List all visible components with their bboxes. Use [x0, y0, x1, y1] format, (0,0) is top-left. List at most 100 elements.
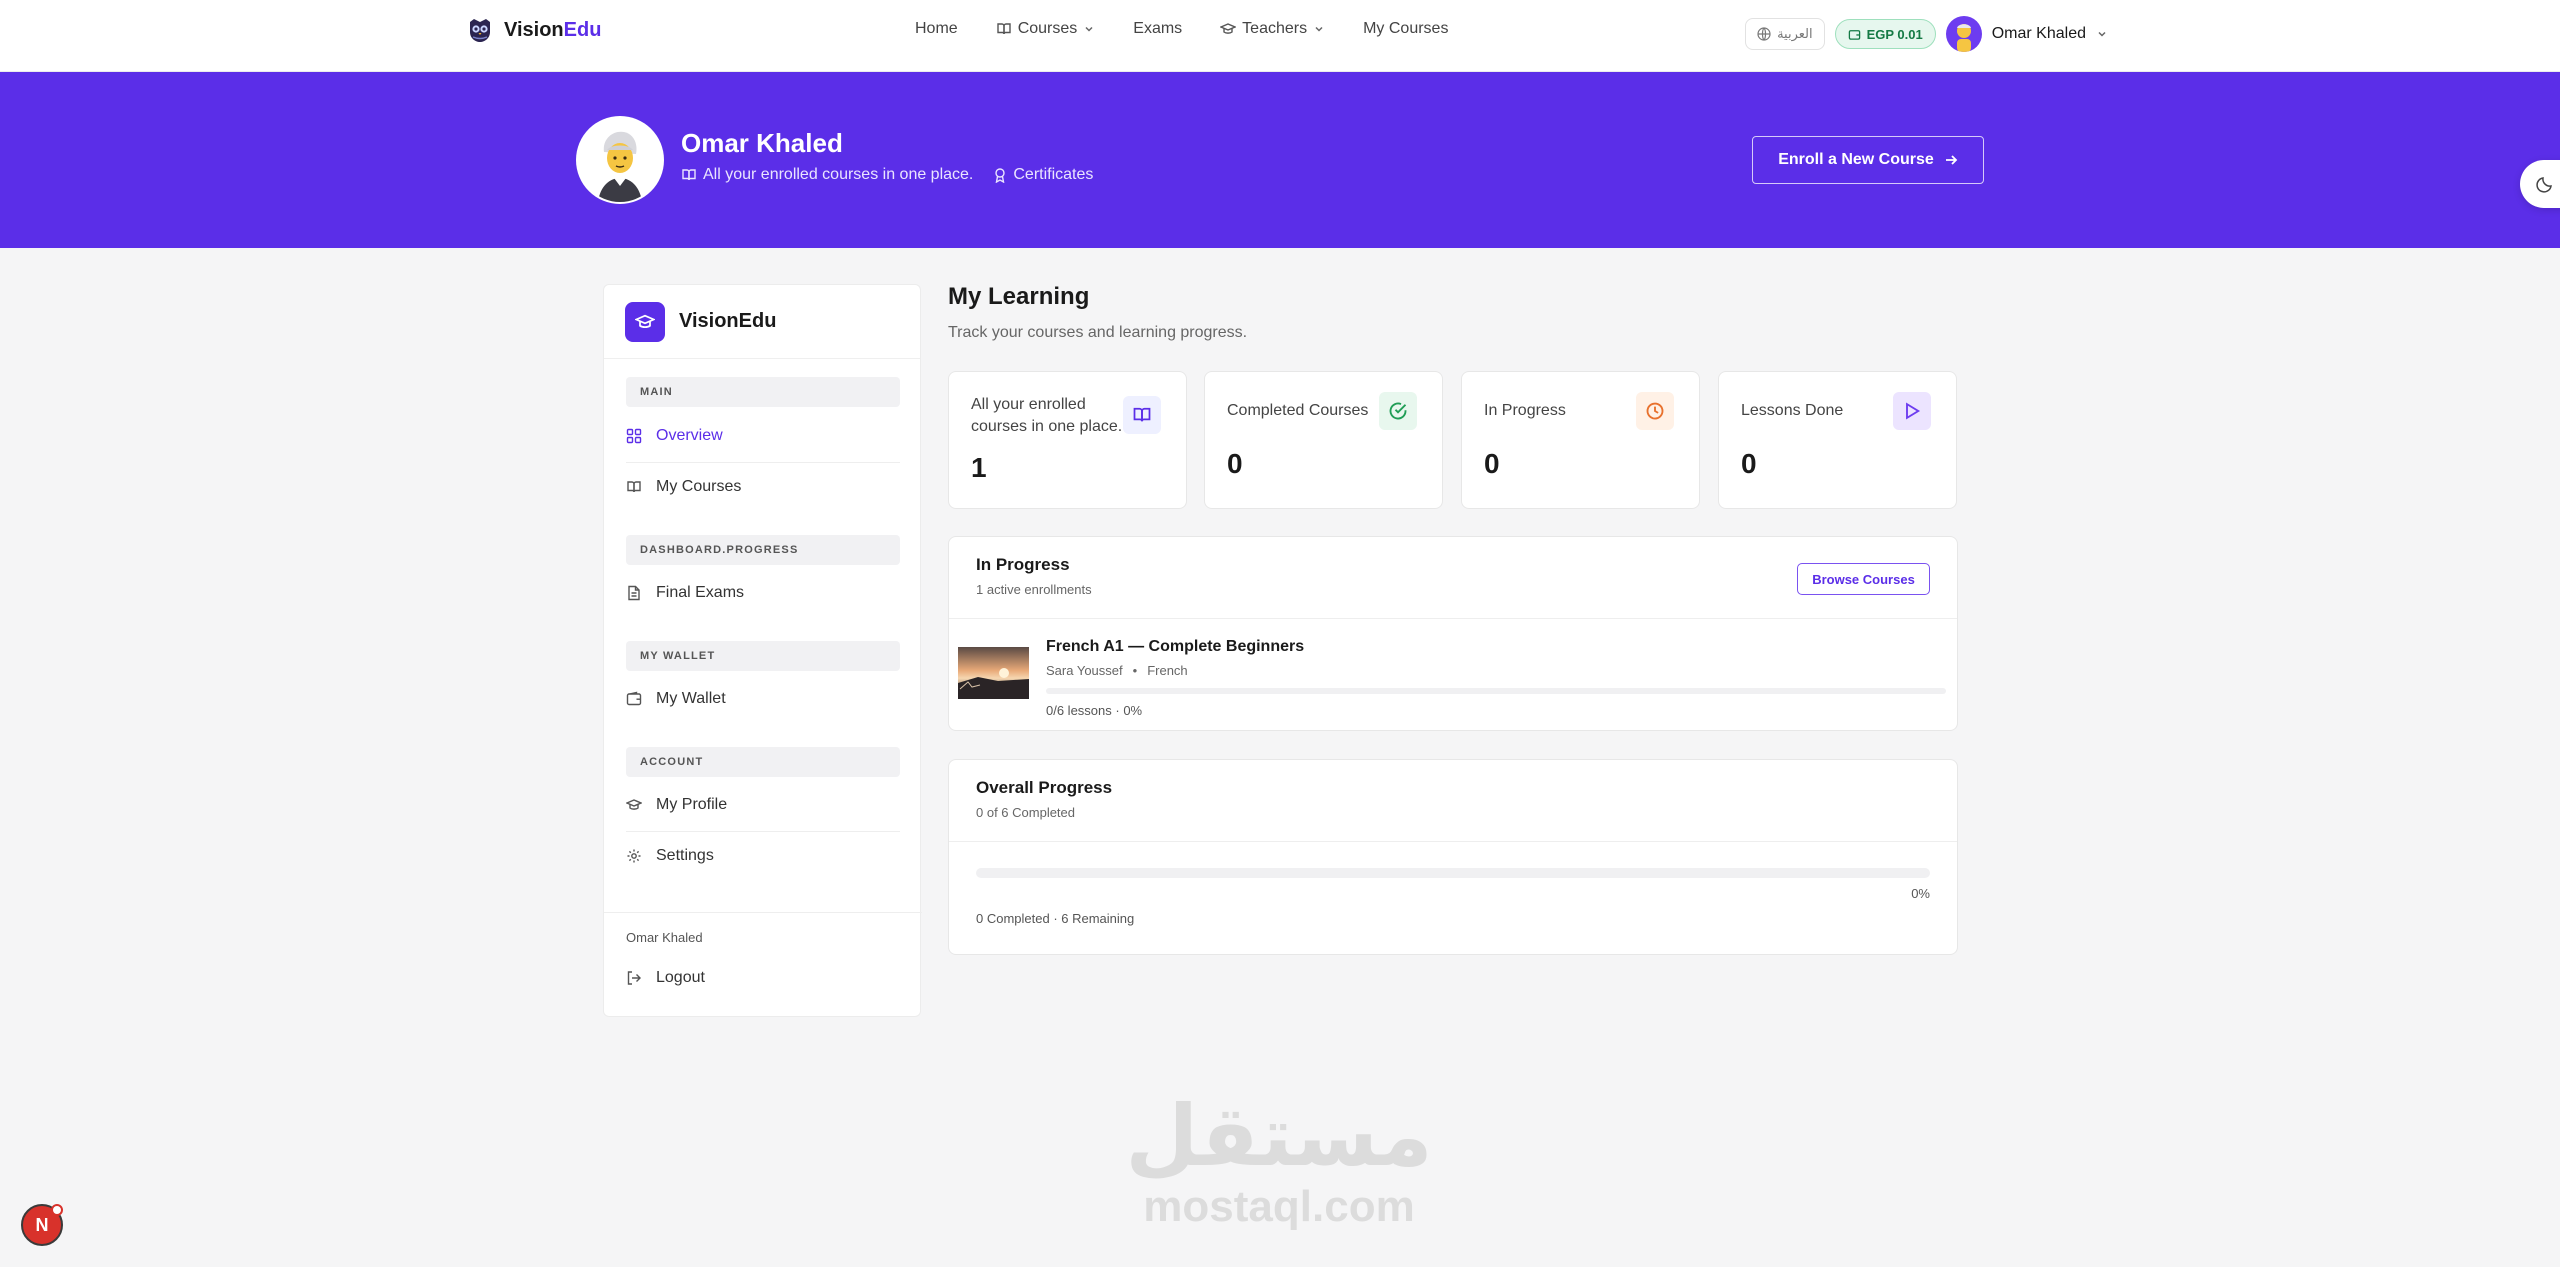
stat-value: 1 — [971, 452, 987, 483]
stat-label: Completed Courses — [1227, 402, 1369, 419]
watermark: مستقل mostaql.com — [1124, 1088, 1434, 1230]
overall-progress-bar — [976, 868, 1930, 878]
nav-exams[interactable]: Exams — [1133, 20, 1182, 38]
panel-divider — [949, 841, 1957, 842]
sidebar-item-final-exams[interactable]: Final Exams — [626, 568, 900, 618]
sidebar-footer-divider — [604, 912, 922, 913]
sidebar-item-label: Final Exams — [656, 584, 745, 601]
clock-icon — [1636, 392, 1674, 430]
wallet-balance-badge[interactable]: EGP 0.01 — [1834, 19, 1936, 49]
notification-badge[interactable]: N — [21, 1204, 63, 1246]
book-icon — [681, 167, 697, 183]
chevron-down-icon — [1313, 23, 1325, 35]
panel-subtitle: 0 of 6 Completed — [976, 805, 1076, 820]
logout-icon — [626, 970, 642, 986]
nav-exams-label: Exams — [1133, 20, 1183, 37]
graduation-cap-icon — [1220, 21, 1237, 37]
sidebar-section-wallet: MY WALLET — [626, 641, 900, 671]
in-progress-panel: In Progress 1 active enrollments Browse … — [948, 536, 1958, 731]
stat-value: 0 — [1741, 448, 1757, 479]
sidebar-item-label: Logout — [656, 969, 705, 986]
certificates-label: Certificates — [1013, 166, 1094, 183]
badge-dot — [51, 1204, 63, 1216]
stat-card-in-progress: In Progress 0 — [1461, 371, 1700, 509]
brand-name: VisionEdu — [504, 18, 602, 41]
globe-icon — [1757, 27, 1771, 41]
stat-value: 0 — [1227, 448, 1243, 479]
stat-label: In Progress — [1484, 402, 1566, 419]
nav-courses-label: Courses — [1017, 20, 1078, 37]
language-switch-button[interactable]: العربية — [1745, 18, 1825, 50]
certificates-link[interactable]: Certificates — [993, 166, 1093, 184]
book-icon — [996, 21, 1012, 37]
sidebar-item-logout[interactable]: Logout — [626, 953, 900, 1003]
arrow-right-icon — [1944, 153, 1958, 167]
moon-icon — [2536, 175, 2554, 193]
grid-icon — [626, 428, 642, 444]
hero-subtitle-text: All your enrolled courses in one place. — [703, 166, 974, 183]
sidebar-item-label: Overview — [656, 427, 723, 444]
graduation-cap-icon — [625, 301, 665, 342]
sidebar-item-label: My Wallet — [656, 690, 726, 707]
sidebar-user-name: Omar Khaled — [626, 930, 703, 945]
panel-subtitle: 1 active enrollments — [976, 582, 1092, 597]
enroll-new-course-button[interactable]: Enroll a New Course — [1752, 136, 1984, 184]
stat-label: All your enrolled courses in one place. — [971, 396, 1123, 435]
meta-separator: • — [1132, 663, 1138, 678]
wallet-icon — [1848, 28, 1861, 41]
hero-user-name: Omar Khaled — [681, 128, 843, 158]
stat-value: 0 — [1484, 448, 1500, 479]
course-thumbnail[interactable] — [958, 647, 1029, 699]
nav-teachers-label: Teachers — [1242, 20, 1308, 37]
sidebar-item-label: My Courses — [656, 478, 742, 495]
owl-logo-icon — [466, 16, 494, 44]
navbar-actions: العربية EGP 0.01 Omar Khaled — [1745, 16, 2108, 52]
play-icon — [1893, 392, 1931, 430]
user-name: Omar Khaled — [1991, 25, 2086, 42]
stat-card-enrolled: All your enrolled courses in one place. … — [948, 371, 1187, 509]
sidebar-header: VisionEdu — [604, 285, 920, 359]
hero-subtitle: All your enrolled courses in one place. — [681, 166, 973, 184]
sidebar-item-overview[interactable]: Overview — [626, 411, 900, 461]
hero-subtitle-row: All your enrolled courses in one place. … — [681, 166, 1093, 184]
course-progress-bar — [1046, 688, 1946, 694]
wallet-balance-value: EGP 0.01 — [1866, 26, 1923, 42]
browse-courses-button[interactable]: Browse Courses — [1797, 563, 1930, 595]
sidebar-item-label: My Profile — [656, 796, 728, 813]
course-meta: Sara Youssef • French — [1046, 663, 1188, 678]
graduation-cap-icon — [626, 797, 642, 813]
main-nav: Home Courses Exams Teachers My Courses — [915, 20, 1448, 38]
nav-home[interactable]: Home — [915, 20, 958, 38]
page-title: My Learning — [948, 283, 1090, 310]
stat-card-lessons-done: Lessons Done 0 — [1718, 371, 1957, 509]
course-title[interactable]: French A1 — Complete Beginners — [1046, 638, 1304, 656]
top-navbar: VisionEdu Home Courses Exams Teachers My… — [0, 0, 2560, 72]
panel-title: In Progress — [976, 555, 1070, 574]
sidebar-item-settings[interactable]: Settings — [626, 831, 900, 881]
nav-courses[interactable]: Courses — [996, 20, 1096, 38]
theme-toggle-button[interactable] — [2520, 160, 2560, 208]
brand-logo[interactable]: VisionEdu — [466, 16, 601, 44]
gear-icon — [626, 848, 642, 864]
sidebar-section-main: MAIN — [626, 377, 900, 407]
sidebar-section-account: ACCOUNT — [626, 747, 900, 777]
stat-card-completed: Completed Courses 0 — [1204, 371, 1443, 509]
sidebar-item-my-profile[interactable]: My Profile — [626, 780, 900, 830]
overall-progress-percent: 0% — [1911, 886, 1930, 901]
course-language: French — [1147, 663, 1188, 678]
nav-teachers[interactable]: Teachers — [1220, 20, 1325, 38]
nav-my-courses[interactable]: My Courses — [1363, 20, 1448, 38]
sidebar-item-my-courses[interactable]: My Courses — [626, 462, 900, 512]
sidebar: VisionEdu MAIN Overview My Courses DASHB… — [603, 284, 922, 1017]
panel-title: Overall Progress — [976, 778, 1113, 797]
check-circle-icon — [1379, 392, 1417, 430]
watermark-latin: mostaql.com — [1143, 1182, 1415, 1231]
sidebar-item-my-wallet[interactable]: My Wallet — [626, 674, 900, 724]
stat-label: Lessons Done — [1741, 402, 1844, 419]
sidebar-section-progress: DASHBOARD.PROGRESS — [626, 535, 900, 565]
wallet-icon — [626, 691, 642, 707]
overall-progress-summary: 0 Completed · 6 Remaining — [976, 911, 1135, 926]
avatar — [576, 116, 664, 204]
watermark-arabic: مستقل — [1125, 1087, 1433, 1185]
user-menu[interactable]: Omar Khaled — [1945, 16, 2108, 52]
